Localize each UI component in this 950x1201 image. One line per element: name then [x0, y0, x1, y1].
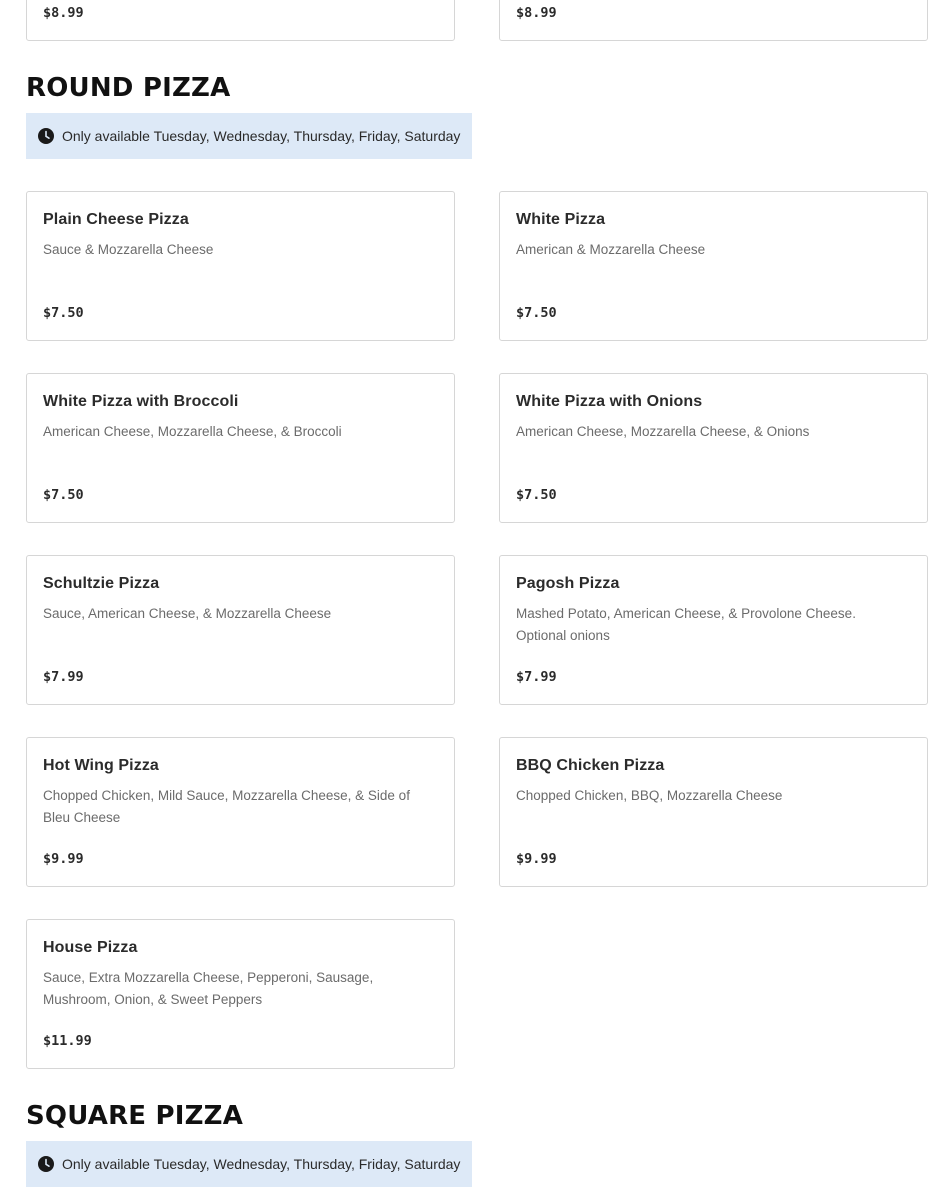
menu-item-card[interactable]: Pagosh Pizza Mashed Potato, American Che… [499, 555, 928, 705]
item-price: $7.50 [43, 305, 84, 321]
clock-icon [38, 1156, 54, 1172]
item-description: American Cheese, Mozzarella Cheese, & On… [516, 424, 810, 439]
item-name: Plain Cheese Pizza [43, 211, 189, 228]
item-price: $7.50 [516, 487, 557, 503]
item-price: $11.99 [43, 1033, 92, 1049]
menu-item-card[interactable]: Plain Cheese Pizza Sauce & Mozzarella Ch… [26, 191, 455, 341]
clock-icon [38, 128, 54, 144]
section-title-round-pizza: ROUND PIZZA [26, 73, 231, 103]
item-description: Chopped Chicken, BBQ, Mozzarella Cheese [516, 788, 783, 803]
item-price: $7.99 [43, 669, 84, 685]
menu-item-card[interactable]: House Pizza Sauce, Extra Mozzarella Chee… [26, 919, 455, 1069]
item-name: House Pizza [43, 939, 138, 956]
item-description: American & Mozzarella Cheese [516, 242, 706, 257]
item-price: $7.99 [516, 669, 557, 685]
availability-notice: Only available Tuesday, Wednesday, Thurs… [26, 1141, 472, 1187]
item-description: Sauce, Extra Mozzarella Cheese, Pepperon… [43, 970, 374, 1007]
menu-item-card[interactable]: Schultzie Pizza Sauce, American Cheese, … [26, 555, 455, 705]
availability-notice-text: Only available Tuesday, Wednesday, Thurs… [62, 1156, 461, 1172]
section-title-square-pizza: SQUARE PIZZA [26, 1101, 244, 1131]
menu-item-card[interactable]: White Pizza with Onions American Cheese,… [499, 373, 928, 523]
menu-item-card[interactable]: White Pizza with Broccoli American Chees… [26, 373, 455, 523]
item-name: Schultzie Pizza [43, 575, 160, 592]
item-price: $9.99 [516, 851, 557, 867]
item-description: Sauce & Mozzarella Cheese [43, 242, 214, 257]
item-price: $8.99 [516, 5, 557, 21]
item-name: White Pizza with Onions [516, 393, 703, 410]
item-price: $7.50 [43, 487, 84, 503]
menu-item-card[interactable]: Hot Wing Pizza Chopped Chicken, Mild Sau… [26, 737, 455, 887]
item-name: Pagosh Pizza [516, 575, 620, 592]
menu-item-card[interactable]: White Pizza American & Mozzarella Cheese… [499, 191, 928, 341]
item-name: White Pizza [516, 211, 606, 228]
menu-item-card[interactable]: $8.99 [499, 0, 928, 41]
item-name: White Pizza with Broccoli [43, 393, 239, 410]
item-price: $7.50 [516, 305, 557, 321]
item-description: Mashed Potato, American Cheese, & Provol… [516, 606, 856, 643]
availability-notice-text: Only available Tuesday, Wednesday, Thurs… [62, 128, 461, 144]
item-description: Chopped Chicken, Mild Sauce, Mozzarella … [43, 788, 410, 825]
menu-item-card[interactable]: $8.99 [26, 0, 455, 41]
item-price: $8.99 [43, 5, 84, 21]
availability-notice: Only available Tuesday, Wednesday, Thurs… [26, 113, 472, 159]
item-description: Sauce, American Cheese, & Mozzarella Che… [43, 606, 332, 621]
menu-item-card[interactable]: BBQ Chicken Pizza Chopped Chicken, BBQ, … [499, 737, 928, 887]
item-name: BBQ Chicken Pizza [516, 757, 665, 774]
item-name: Hot Wing Pizza [43, 757, 159, 774]
item-price: $9.99 [43, 851, 84, 867]
item-description: American Cheese, Mozzarella Cheese, & Br… [43, 424, 342, 439]
